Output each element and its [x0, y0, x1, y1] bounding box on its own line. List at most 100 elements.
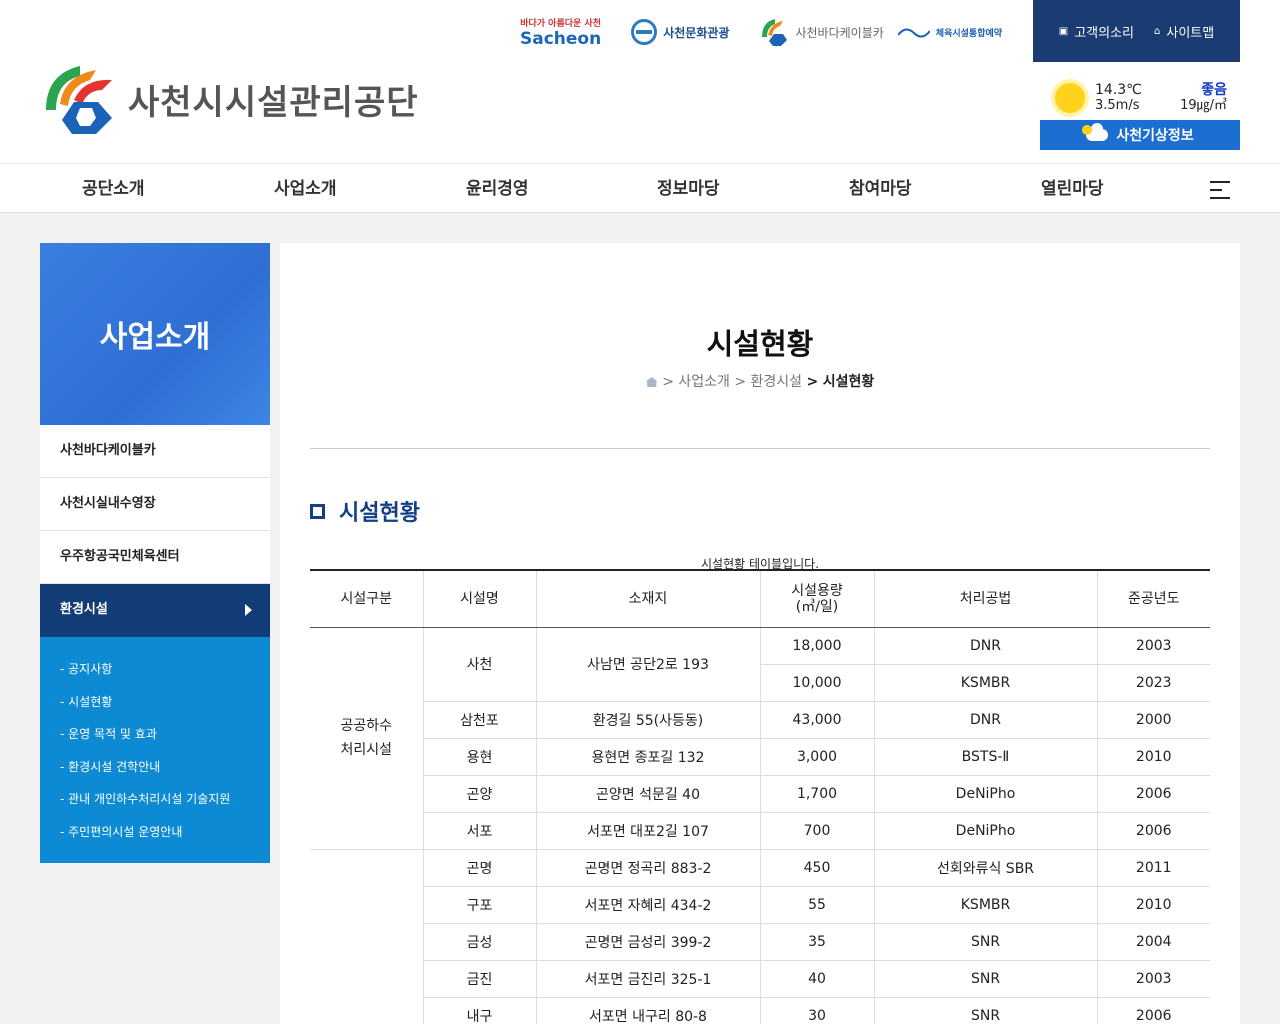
table-row: 삼천포 환경길 55(사등동) 43,000 DNR 2000: [310, 701, 1210, 739]
divider: [310, 448, 1210, 449]
culture-logo-icon: [631, 19, 658, 45]
main-content: 시설현황 > 사업소개 > 환경시설 > 시설현황 시설현황 시설현황 테이블입…: [280, 243, 1240, 1024]
table-row: 구포 서포면 자혜리 434-2 55 KSMBR 2010: [310, 886, 1210, 924]
square-bullet-icon: [310, 503, 325, 519]
table-cell: DeNiPho: [873, 812, 1097, 850]
weather-wind: 3.5m/s: [1095, 98, 1140, 113]
breadcrumb-current: 시설현황: [822, 374, 875, 390]
table-row: 서포 서포면 대포2길 107 700 DeNiPho 2006: [310, 812, 1210, 850]
cable-label: 사천바다케이블카: [795, 25, 884, 40]
note-icon: ▣: [1058, 25, 1069, 37]
table-cell: 서포면 금진리 325-1: [535, 960, 760, 998]
table-cell: KSMBR: [873, 664, 1097, 702]
table-cell: 2000: [1096, 701, 1210, 739]
table-cell: SNR: [873, 960, 1097, 998]
gnb-item-info[interactable]: 정보마당: [657, 164, 720, 214]
sub-item-convenience[interactable]: - 주민편의시설 운영안내: [40, 818, 270, 851]
table-cell: 35: [759, 923, 874, 961]
table-cell: 2006: [1096, 812, 1210, 850]
table-cell: 삼천포: [422, 701, 536, 739]
org-name: 사천시시설관리공단: [128, 82, 419, 123]
side-item-sports-center[interactable]: 우주항공국민체육센터: [40, 531, 270, 584]
air-quality-status: 좋음: [1201, 82, 1227, 98]
table-cell: 사남면 공단2로 193: [535, 627, 760, 702]
table-cell: 서포: [422, 812, 536, 850]
all-menu-icon[interactable]: [1210, 181, 1230, 205]
table-cell: 2003: [1096, 960, 1210, 998]
gnb-item-participation[interactable]: 참여마당: [849, 164, 912, 214]
sun-icon: [1055, 83, 1085, 113]
weather-info-button[interactable]: 사천기상정보: [1040, 120, 1240, 150]
table-cell: 구포: [422, 886, 536, 924]
culture-label: 사천문화관광: [663, 25, 730, 40]
partner-culture[interactable]: 사천문화관광: [631, 19, 729, 45]
side-item-cablecar[interactable]: 사천바다케이블카: [40, 425, 270, 478]
table-cell: BSTS-Ⅱ: [873, 738, 1097, 776]
breadcrumb: > 사업소개 > 환경시설 > 시설현황: [280, 371, 1240, 391]
table-cell: 1,700: [759, 775, 874, 813]
table-row: 용현 용현면 종포길 132 3,000 BSTS-Ⅱ 2010: [310, 738, 1210, 776]
gnb-item-about[interactable]: 공단소개: [82, 164, 145, 214]
sub-item-status[interactable]: - 시설현황: [40, 688, 270, 721]
table-cell: 18,000: [759, 627, 874, 665]
table-cell: 3,000: [759, 738, 874, 776]
table-cell: SNR: [873, 923, 1097, 961]
partner-cable[interactable]: 사천바다케이블카 체육시설통합예약: [759, 17, 1002, 47]
side-item-pool[interactable]: 사천시실내수영장: [40, 478, 270, 531]
sitemap-link[interactable]: ⌂ 사이트맵: [1154, 22, 1214, 41]
breadcrumb-business[interactable]: 사업소개: [678, 374, 730, 390]
customer-voice-link[interactable]: ▣ 고객의소리: [1059, 22, 1134, 41]
table-cell: 서포면 대포2길 107: [535, 812, 760, 850]
section-title: 시설현황: [310, 495, 420, 527]
home-icon[interactable]: [645, 377, 658, 387]
table-cell: 곤명면 정곡리 883-2: [535, 849, 760, 887]
table-cell: 선회와류식 SBR: [873, 849, 1097, 887]
table-header-row: 시설구분 시설명 소재지 시설용량 (㎥/일) 처리공법 준공년도: [310, 569, 1210, 628]
col-header: 소재지: [535, 569, 760, 628]
table-cell: KSMBR: [873, 886, 1097, 924]
weather-widget: 14.3℃ 3.5m/s 좋음 19㎍/㎥ 사천기상정보: [1040, 82, 1240, 150]
table-cell: DNR: [873, 701, 1097, 739]
breadcrumb-environment[interactable]: 환경시설: [751, 374, 803, 390]
partner-sacheon[interactable]: 바다가 아름다운 사천 Sacheon: [520, 16, 601, 49]
table-cell: 10,000: [759, 664, 874, 702]
side-item-environment[interactable]: 환경시설: [40, 584, 270, 637]
table-cell: 금성: [422, 923, 536, 961]
sacheon-tagline: 바다가 아름다운 사천: [520, 18, 601, 29]
air-quality-value: 19㎍/㎥: [1180, 98, 1227, 113]
table-cell: 환경길 55(사등동): [535, 701, 760, 739]
sub-item-purpose[interactable]: - 운영 목적 및 효과: [40, 720, 270, 753]
gnb-item-open[interactable]: 열린마당: [1041, 164, 1104, 214]
top-utility-box: ▣ 고객의소리 ⌂ 사이트맵: [1033, 0, 1240, 62]
sitemap-label: 사이트맵: [1166, 25, 1215, 41]
table-cell: 서포면 내구리 80-8: [535, 997, 760, 1024]
gnb-item-business[interactable]: 사업소개: [274, 164, 337, 214]
sub-item-notice[interactable]: - 공지사항: [40, 655, 270, 688]
sub-item-tech-support[interactable]: - 관내 개인하수처리시설 기술지원: [40, 785, 270, 818]
logo-emblem-icon: [46, 66, 112, 134]
table-cell: 2006: [1096, 997, 1210, 1024]
table-row: 곤명 곤명면 정곡리 883-2 450 선회와류식 SBR 2011: [310, 849, 1210, 1024]
site-logo[interactable]: 사천시시설관리공단: [40, 60, 419, 138]
breadcrumb-sep: >: [662, 374, 674, 390]
table-cell: 30: [759, 997, 874, 1024]
table-row: 금진 서포면 금진리 325-1 40 SNR 2003: [310, 960, 1210, 998]
table-cell: 55: [759, 886, 874, 924]
group-cell: 공공하수 처리시설: [310, 627, 423, 850]
table-cell: 용현: [422, 738, 536, 776]
table-row: 곤양 곤양면 석문길 40 1,700 DeNiPho 2006: [310, 775, 1210, 813]
customer-voice-label: 고객의소리: [1074, 25, 1135, 41]
col-header: 시설명: [422, 569, 536, 628]
cable-logo-icon: [762, 19, 788, 46]
table-cell: 450: [759, 849, 874, 887]
sub-item-tour[interactable]: - 환경시설 견학안내: [40, 753, 270, 786]
gnb-item-ethics[interactable]: 윤리경영: [466, 164, 529, 214]
page-title: 시설현황: [706, 327, 814, 361]
table-cell: 사천: [422, 627, 536, 702]
table-cell: DNR: [873, 627, 1097, 665]
table-cell: 2011: [1096, 849, 1210, 887]
table-cell: 2004: [1096, 923, 1210, 961]
side-item-environment-label: 환경시설: [60, 602, 108, 617]
group-cell: [310, 849, 423, 1024]
table-cell: 2006: [1096, 775, 1210, 813]
